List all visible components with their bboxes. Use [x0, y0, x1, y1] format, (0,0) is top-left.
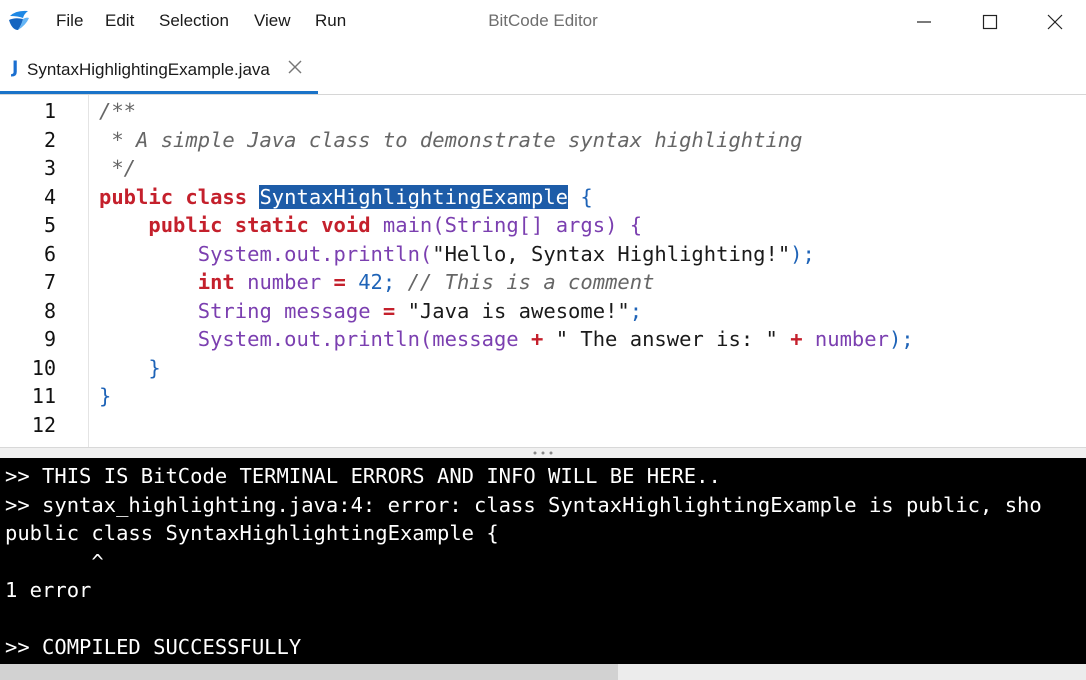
menu-file[interactable]: File [56, 11, 83, 31]
operator: = [382, 298, 396, 323]
minimize-icon [917, 21, 931, 23]
code-line-5: public static void main(String[] args) { [99, 211, 642, 240]
line-number-gutter: 1 2 3 4 5 6 7 8 9 10 11 12 [0, 95, 89, 447]
punctuation: ); [888, 327, 914, 351]
java-file-icon: J [12, 58, 19, 78]
string-literal: "Hello, Syntax Highlighting!" [432, 241, 791, 266]
punctuation: ); [790, 241, 815, 266]
punctuation: { [580, 184, 593, 209]
maximize-button[interactable] [962, 0, 1018, 44]
selected-text: SyntaxHighlightingExample [259, 184, 569, 209]
tab-label: SyntaxHighlightingExample.java [27, 60, 270, 79]
drag-handle-icon [533, 451, 553, 455]
line-number: 6 [43, 241, 56, 266]
code-line-8: String message = "Java is awesome!"; [99, 297, 642, 326]
line-number: 10 [31, 355, 56, 380]
comment: /** [99, 99, 137, 123]
code-line-6: System.out.println("Hello, Syntax Highli… [99, 240, 815, 269]
tab-java-file[interactable]: J SyntaxHighlightingExample.java [0, 44, 318, 94]
identifier: System.out.println( [197, 241, 433, 266]
line-number: 12 [31, 412, 56, 437]
keyword: public [99, 184, 174, 209]
menu-run[interactable]: Run [315, 11, 346, 31]
punctuation: } [148, 355, 161, 380]
terminal-line: >> THIS IS BitCode TERMINAL ERRORS AND I… [5, 464, 721, 488]
minimize-button[interactable] [896, 0, 952, 44]
horizontal-scrollbar[interactable] [0, 664, 1086, 680]
comment: */ [99, 156, 137, 180]
punctuation: ; [629, 298, 643, 323]
tab-close-icon[interactable] [286, 58, 304, 76]
line-number: 7 [43, 270, 56, 294]
identifier: message [284, 298, 371, 323]
terminal-line: >> COMPILED SUCCESSFULLY [5, 635, 302, 659]
code-line-3: */ [99, 154, 136, 183]
operator: = [333, 270, 346, 294]
panel-splitter[interactable] [0, 447, 1086, 458]
tab-bar: J SyntaxHighlightingExample.java [0, 44, 1086, 95]
terminal-line: public class SyntaxHighlightingExample { [5, 521, 499, 545]
terminal-line: >> syntax_highlighting.java:4: error: cl… [5, 492, 1042, 517]
terminal-line: ^ [5, 549, 104, 574]
keyword: static [234, 213, 309, 237]
comment: // This is a comment [407, 270, 655, 294]
string-literal: " The answer is: " [555, 327, 778, 351]
identifier: number [247, 270, 322, 294]
identifier: main(String[] args) { [382, 213, 643, 237]
number-literal: 42 [358, 270, 383, 294]
code-line-2: * A simple Java class to demonstrate syn… [99, 126, 803, 155]
identifier: String [197, 298, 272, 323]
identifier: System.out.println(message [197, 327, 519, 351]
line-number: 2 [43, 127, 56, 152]
line-number: 9 [43, 327, 56, 351]
code-line-10: } [99, 354, 161, 383]
terminal-line: 1 error [5, 578, 92, 602]
keyword: class [185, 184, 248, 209]
scrollbar-thumb[interactable] [0, 664, 618, 680]
code-line-4: public class SyntaxHighlightingExample { [99, 183, 593, 212]
close-window-button[interactable] [1027, 0, 1083, 44]
operator: + [790, 327, 803, 351]
keyword: public [148, 213, 223, 237]
title-bar: File Edit Selection View Run BitCode Edi… [0, 0, 1086, 44]
close-icon [1047, 14, 1063, 30]
punctuation: ; [382, 270, 396, 294]
punctuation: } [99, 384, 112, 408]
code-line-9: System.out.println(message + " The answe… [99, 325, 914, 354]
code-line-11: } [99, 382, 111, 411]
string-literal: "Java is awesome!" [407, 298, 630, 323]
maximize-icon [982, 14, 998, 30]
line-number: 3 [43, 156, 56, 180]
line-number: 5 [43, 213, 56, 237]
comment: * A simple Java class to demonstrate syn… [99, 127, 803, 152]
identifier: number [814, 327, 889, 351]
menu-selection[interactable]: Selection [159, 11, 229, 31]
line-number: 1 [43, 99, 56, 123]
menu-edit[interactable]: Edit [105, 11, 134, 31]
code-line-1: /** [99, 97, 136, 126]
menu-view[interactable]: View [254, 11, 291, 31]
app-logo-icon [9, 10, 29, 30]
keyword: int [197, 270, 235, 294]
code-editor[interactable]: 1 2 3 4 5 6 7 8 9 10 11 12 /** * A simpl… [0, 95, 1086, 447]
keyword: void [321, 213, 371, 237]
code-line-7: int number = 42; // This is a comment [99, 268, 655, 297]
operator: + [531, 327, 544, 351]
line-number: 11 [31, 384, 56, 408]
line-number: 4 [43, 184, 56, 209]
line-number: 8 [43, 298, 56, 323]
terminal-panel[interactable]: >> THIS IS BitCode TERMINAL ERRORS AND I… [0, 458, 1086, 664]
